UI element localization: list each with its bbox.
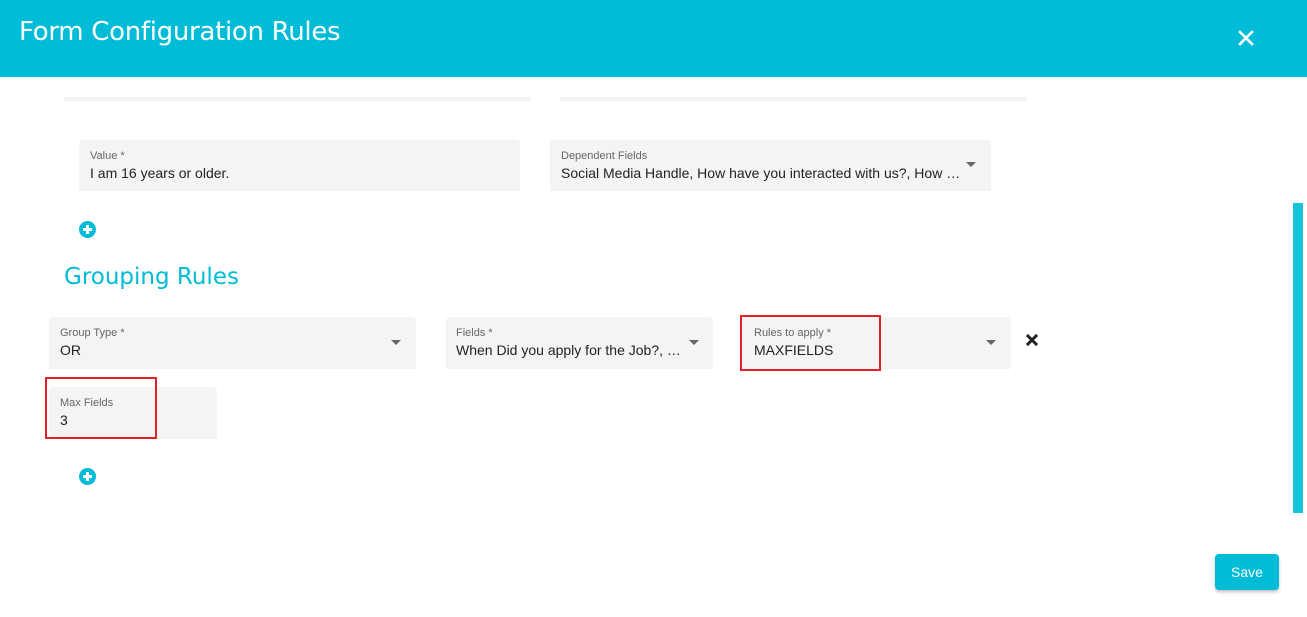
value-field-label: Value * <box>90 150 125 162</box>
dependent-fields-value: Social Media Handle, How have you intera… <box>561 165 963 181</box>
chevron-down-icon <box>986 340 996 345</box>
dependent-fields-select[interactable]: Dependent Fields Social Media Handle, Ho… <box>550 140 991 191</box>
fields-select[interactable]: Fields * When Did you apply for the Job?… <box>446 317 713 369</box>
chevron-down-icon <box>689 340 699 345</box>
scrolled-field-strip <box>64 97 530 101</box>
group-type-select[interactable]: Group Type * OR <box>49 317 416 369</box>
remove-x-icon <box>1025 333 1039 347</box>
max-fields-input[interactable]: Max Fields 3 <box>49 387 217 439</box>
value-field[interactable]: Value * I am 16 years or older. <box>79 140 520 191</box>
grouping-rules-title: Grouping Rules <box>64 264 239 290</box>
max-fields-label: Max Fields <box>60 397 114 409</box>
value-field-input[interactable]: I am 16 years or older. <box>90 165 510 181</box>
close-icon <box>1238 30 1254 46</box>
dependent-fields-label: Dependent Fields <box>561 150 648 162</box>
scrollbar-thumb[interactable] <box>1293 203 1303 513</box>
dialog-header: Form Configuration Rules <box>0 0 1307 77</box>
fields-label: Fields * <box>456 327 493 339</box>
dialog-title: Form Configuration Rules <box>19 17 341 47</box>
scrolled-field-strip <box>560 97 1026 101</box>
chevron-down-icon <box>391 340 401 345</box>
group-type-label: Group Type * <box>60 327 125 339</box>
group-type-value: OR <box>60 342 81 358</box>
add-grouping-rule-button[interactable] <box>79 468 96 485</box>
save-button[interactable]: Save <box>1215 554 1279 590</box>
remove-group-rule-button[interactable] <box>1025 333 1039 347</box>
add-dependency-rule-button[interactable] <box>79 221 96 238</box>
rules-to-apply-value: MAXFIELDS <box>754 342 834 358</box>
chevron-down-icon <box>966 162 976 167</box>
rules-to-apply-select[interactable]: Rules to apply * MAXFIELDS <box>741 317 1011 369</box>
fields-value: When Did you apply for the Job?, Social … <box>456 342 682 358</box>
close-button[interactable] <box>1234 26 1258 50</box>
rules-to-apply-label: Rules to apply * <box>754 327 832 339</box>
max-fields-value[interactable]: 3 <box>60 412 200 428</box>
